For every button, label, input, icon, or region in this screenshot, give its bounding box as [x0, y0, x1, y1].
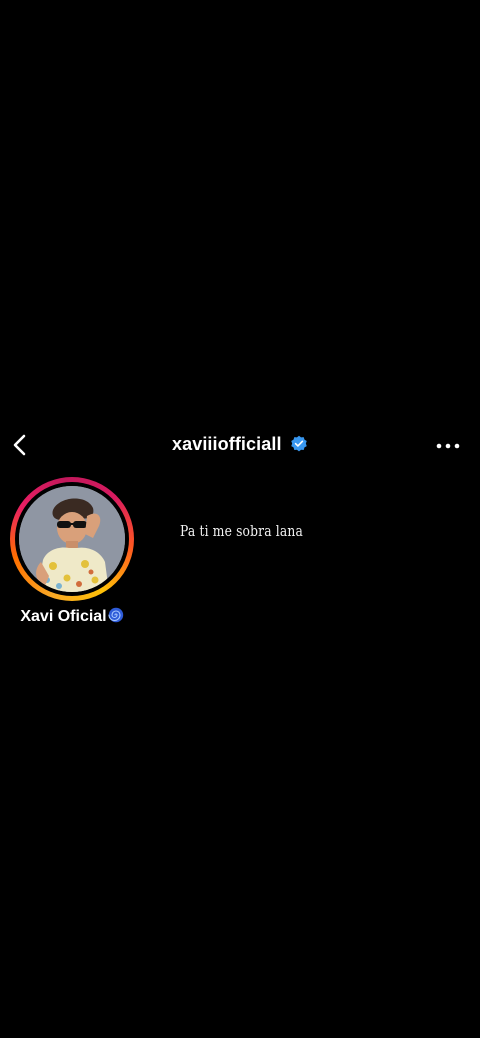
story-ring-gap: [15, 482, 129, 596]
more-horizontal-icon: [436, 443, 460, 449]
avatar[interactable]: [19, 486, 125, 592]
avatar-photo: [19, 486, 125, 592]
story-name: Xavi Oficial: [10, 607, 134, 626]
more-options-button[interactable]: [434, 434, 462, 458]
profile-header: xaviiiofficiall: [0, 420, 480, 472]
story-display-name: Xavi Oficial: [20, 608, 107, 625]
story-highlight[interactable]: Xavi Oficial: [10, 477, 134, 626]
post-caption: Pa ti me sobra lana: [180, 522, 303, 540]
header-title: xaviiiofficiall: [0, 434, 480, 455]
story-ring[interactable]: [10, 477, 134, 601]
cyclone-icon: [108, 607, 123, 623]
verified-badge-icon: [291, 435, 307, 451]
username[interactable]: xaviiiofficiall: [172, 434, 282, 454]
